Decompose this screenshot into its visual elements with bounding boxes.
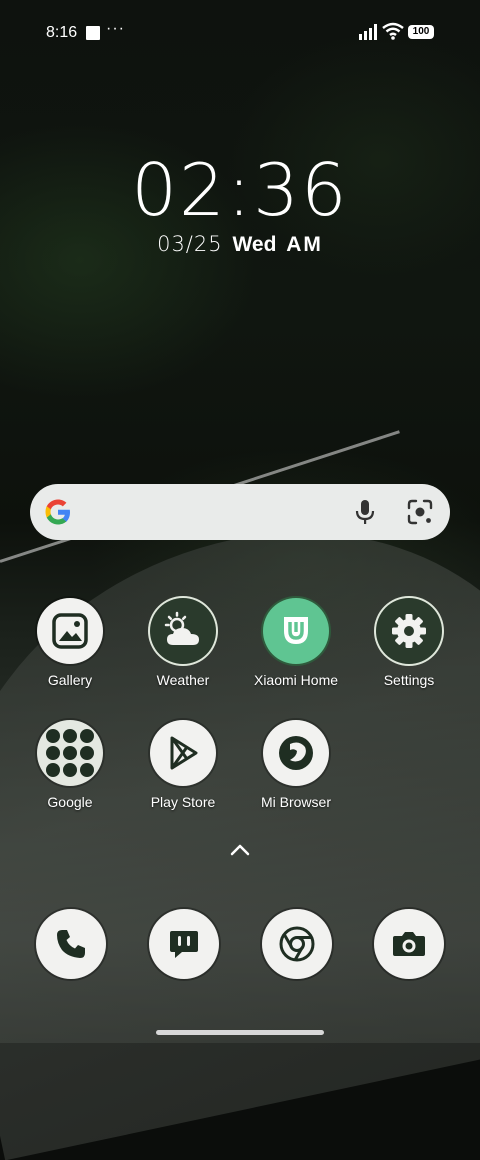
clock-date-row[interactable]: 03/25 Wed AM [0,232,480,257]
app-weather[interactable]: Weather [127,598,239,688]
dock-camera[interactable] [374,909,444,979]
gallery-icon [37,598,103,664]
app-label: Weather [156,672,210,688]
dock-chrome[interactable] [262,909,332,979]
app-gallery[interactable]: Gallery [14,598,126,688]
signal-icon [359,24,377,40]
clock-day: Wed [232,233,277,256]
phone-icon [57,930,85,958]
google-search-bar[interactable] [30,484,450,540]
dock-phone[interactable] [36,909,106,979]
mi-browser-icon [263,720,329,786]
chrome-icon [279,926,315,962]
home-gesture-bar[interactable] [156,1030,324,1035]
google-folder-icon [37,720,103,786]
weather-icon [150,598,216,664]
status-bar: 8:16 ··· 100 [0,0,480,64]
clock-date: 03/25 [157,232,223,256]
app-label: Xiaomi Home [253,672,339,688]
app-label: Gallery [47,672,93,688]
folder-google[interactable]: Google [14,720,126,810]
app-label: Mi Browser [260,794,331,810]
play-store-icon [150,720,216,786]
app-mi-browser[interactable]: Mi Browser [240,720,352,810]
mic-icon[interactable] [352,498,378,526]
app-label: Play Store [150,794,216,810]
app-drawer-chevron-icon[interactable] [229,842,251,858]
app-label: Google [47,794,93,810]
clock-ampm: AM [286,233,323,256]
lens-icon[interactable] [406,498,434,526]
app-xiaomi-home[interactable]: Xiaomi Home [240,598,352,688]
status-time: 8:16 [46,24,78,41]
camera-icon [393,932,425,956]
gear-icon [376,598,442,664]
app-label: Settings [383,672,435,688]
dock-messages[interactable] [149,909,219,979]
notification-square-icon [86,26,100,40]
google-g-icon [45,499,70,525]
battery-indicator: 100 [408,25,434,39]
clock-time[interactable]: 02:36 [0,148,480,232]
app-play-store[interactable]: Play Store [127,720,239,810]
messages-icon [170,931,198,958]
app-settings[interactable]: Settings [353,598,465,688]
wifi-icon [382,22,404,40]
more-notifications-icon: ··· [106,20,125,37]
xiaomi-home-icon [263,598,329,664]
